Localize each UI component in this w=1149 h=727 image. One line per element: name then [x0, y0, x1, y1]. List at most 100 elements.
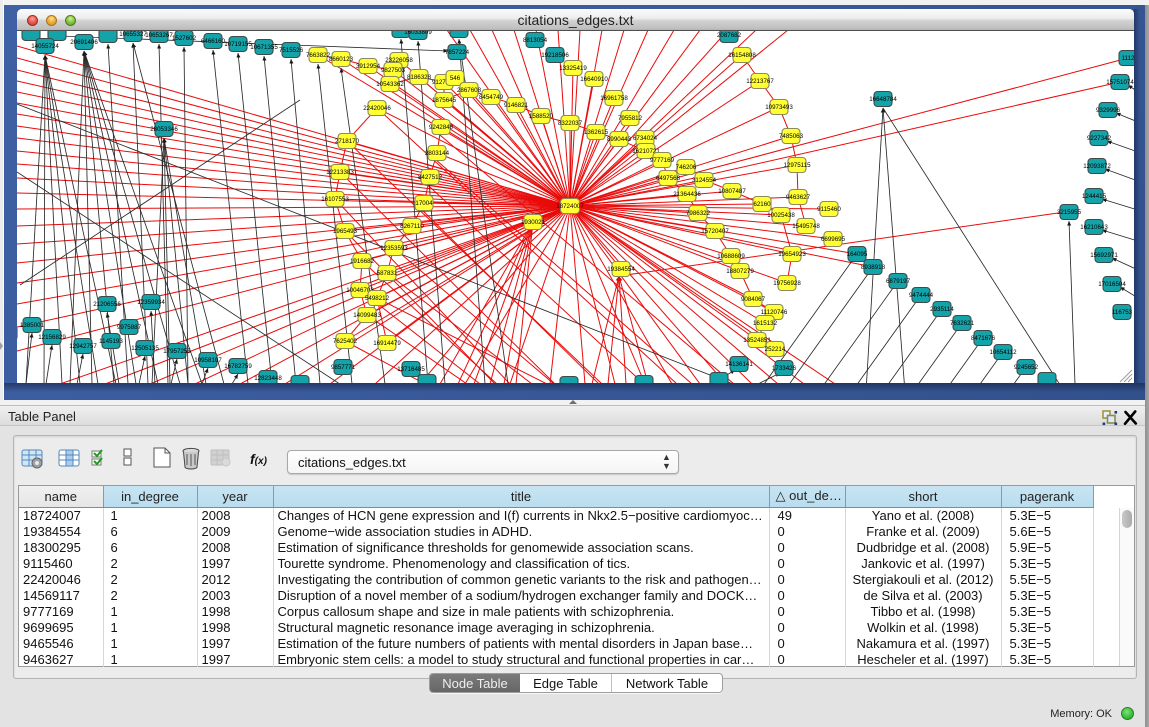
svg-text:12823448: 12823448	[254, 375, 282, 382]
svg-text:8471676: 8471676	[971, 335, 996, 342]
svg-text:9777169: 9777169	[650, 157, 675, 164]
svg-text:5498212: 5498212	[365, 295, 390, 302]
svg-text:746206: 746206	[676, 164, 697, 171]
svg-text:10653267: 10653267	[145, 32, 173, 39]
svg-text:20691406: 20691406	[70, 39, 98, 46]
svg-text:9474444: 9474444	[909, 292, 934, 299]
svg-text:15751074: 15751074	[1106, 79, 1134, 86]
svg-text:16961758: 16961758	[600, 95, 628, 102]
svg-text:22420046: 22420046	[363, 105, 391, 112]
svg-text:10671355: 10671355	[250, 44, 278, 51]
svg-text:9827503: 9827503	[381, 67, 406, 74]
svg-text:19654923: 19654923	[778, 251, 806, 258]
svg-text:28053346: 28053346	[150, 126, 178, 133]
svg-text:12213767: 12213767	[746, 78, 774, 85]
svg-text:18724007: 18724007	[556, 203, 584, 210]
svg-text:21364436: 21364436	[673, 191, 701, 198]
svg-text:8813054: 8813054	[523, 37, 548, 44]
svg-text:12213383: 12213383	[326, 169, 354, 176]
svg-text:9463627: 9463627	[786, 194, 811, 201]
svg-text:10719155: 10719155	[224, 41, 252, 48]
svg-text:7625402: 7625402	[333, 338, 358, 345]
svg-text:7515526: 7515526	[279, 47, 304, 54]
svg-text:12505135: 12505135	[131, 345, 159, 352]
svg-text:1145193: 1145193	[99, 338, 123, 345]
svg-text:16640910: 16640910	[580, 76, 608, 83]
svg-text:587831: 587831	[377, 270, 398, 277]
svg-text:12353593: 12353593	[380, 245, 408, 252]
svg-text:16154808: 16154808	[728, 52, 756, 59]
svg-text:15495748: 15495748	[792, 223, 820, 230]
svg-text:10807487: 10807487	[718, 188, 746, 195]
svg-text:1930021: 1930021	[521, 219, 546, 226]
svg-text:8454749: 8454749	[479, 94, 504, 101]
svg-text:546: 546	[450, 75, 461, 82]
svg-text:16648784: 16648784	[869, 96, 897, 103]
svg-text:8660123: 8660123	[329, 56, 354, 63]
svg-text:10025438: 10025438	[767, 212, 795, 219]
svg-text:1916682: 1916682	[350, 258, 375, 265]
svg-text:6734024: 6734024	[633, 135, 658, 142]
svg-text:12359934: 12359934	[137, 299, 165, 306]
svg-text:16033809: 16033809	[404, 31, 432, 36]
svg-text:17004: 17004	[415, 200, 433, 207]
svg-text:12093872: 12093872	[1083, 163, 1111, 170]
svg-text:6699695: 6699695	[821, 236, 846, 243]
svg-text:12975115: 12975115	[783, 162, 811, 169]
svg-text:9329996: 9329996	[1096, 107, 1121, 114]
svg-text:1733426: 1733426	[772, 365, 797, 372]
svg-text:8186328: 8186328	[407, 74, 432, 81]
svg-text:f(x): f(x)	[250, 451, 268, 467]
svg-text:1965493: 1965493	[333, 228, 358, 235]
svg-text:9975887: 9975887	[117, 324, 142, 331]
svg-text:13716485: 13716485	[397, 366, 425, 373]
svg-text:19756928: 19756928	[773, 280, 801, 287]
svg-text:3215955: 3215955	[1057, 209, 1082, 216]
svg-text:9857771: 9857771	[331, 364, 356, 371]
svg-text:19384554: 19384554	[607, 266, 635, 273]
svg-text:1362615: 1362615	[584, 129, 609, 136]
svg-text:7632621: 7632621	[950, 320, 975, 327]
svg-text:16210643: 16210643	[1080, 224, 1108, 231]
svg-text:2935114: 2935114	[930, 306, 954, 313]
svg-text:2803144: 2803144	[425, 150, 450, 157]
svg-text:1527602: 1527602	[172, 35, 197, 42]
svg-text:6466160: 6466160	[201, 38, 226, 45]
svg-text:8427512: 8427512	[418, 174, 443, 181]
svg-text:8322037: 8322037	[558, 120, 583, 127]
svg-text:1615132: 1615132	[753, 320, 778, 327]
svg-text:10688609: 10688609	[717, 253, 745, 260]
svg-text:6879197: 6879197	[886, 278, 911, 285]
svg-text:1875645: 1875645	[432, 97, 457, 104]
svg-text:17016504: 17016504	[1098, 281, 1126, 288]
svg-text:16107553: 16107553	[321, 196, 349, 203]
svg-text:15720407: 15720407	[701, 228, 729, 235]
svg-text:8990443: 8990443	[607, 136, 632, 143]
svg-text:10543362: 10543362	[376, 81, 404, 88]
svg-text:16782759: 16782759	[224, 363, 252, 370]
svg-text:164095: 164095	[847, 251, 868, 258]
svg-text:14136141: 14136141	[725, 361, 753, 368]
svg-text:16914479: 16914479	[373, 340, 401, 347]
svg-text:116753: 116753	[1112, 309, 1133, 316]
svg-text:10958107: 10958107	[194, 357, 222, 364]
svg-text:17957255: 17957255	[163, 348, 191, 355]
svg-text:9115460: 9115460	[817, 206, 841, 213]
svg-text:14055724: 14055724	[31, 43, 59, 50]
svg-text:14099483: 14099483	[353, 312, 381, 319]
svg-text:7955812: 7955812	[618, 115, 643, 122]
svg-text:3124554: 3124554	[692, 177, 717, 184]
svg-text:2718170: 2718170	[335, 138, 360, 145]
svg-text:9227342: 9227342	[1087, 135, 1112, 142]
svg-text:7986322: 7986322	[686, 210, 711, 217]
svg-text:21206556: 21206556	[93, 301, 121, 308]
svg-text:10973493: 10973493	[765, 104, 793, 111]
svg-text:6497568: 6497568	[656, 175, 681, 182]
svg-text:18807279: 18807279	[726, 268, 754, 275]
svg-text:10654112: 10654112	[989, 349, 1017, 356]
svg-text:8938918: 8938918	[861, 264, 886, 271]
svg-text:10655327: 10655327	[119, 31, 147, 38]
svg-text:9084067: 9084067	[741, 296, 766, 303]
svg-text:3912954: 3912954	[356, 63, 381, 70]
svg-text:2867608: 2867608	[457, 87, 482, 94]
